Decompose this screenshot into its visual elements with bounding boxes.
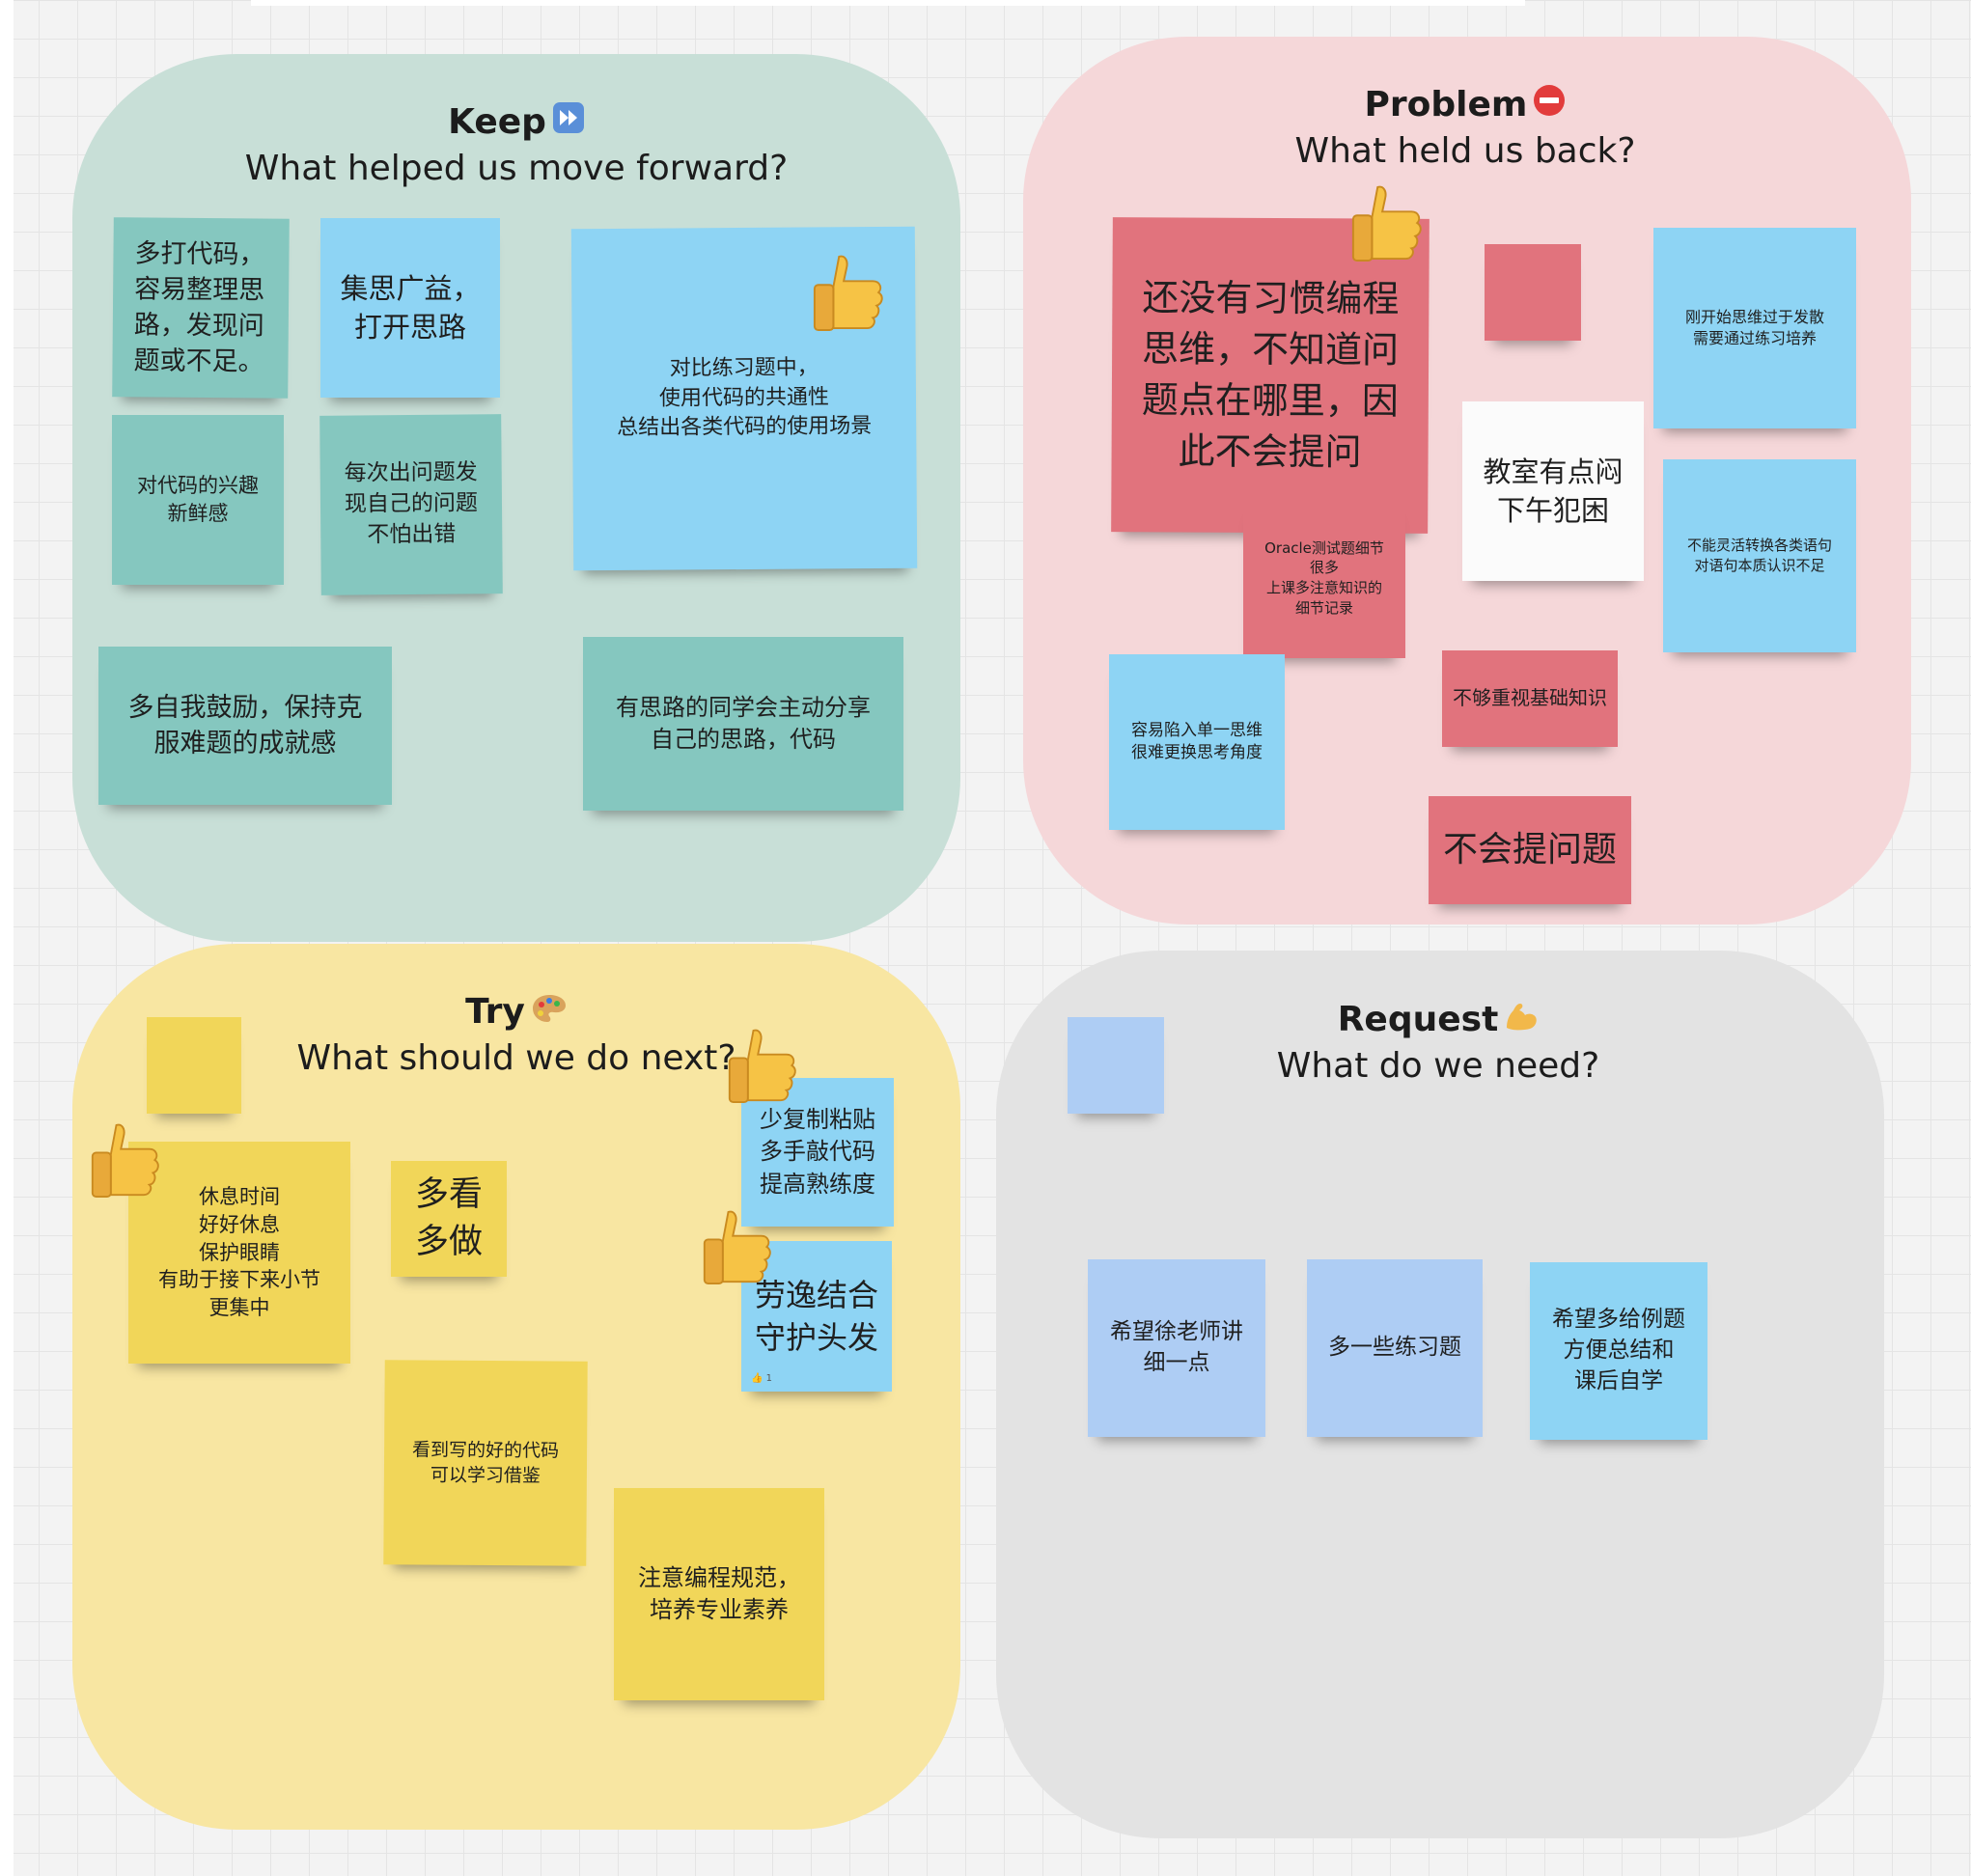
thumbs-up-icon[interactable] [726,1027,799,1106]
sticky-note[interactable]: 教室有点闷 下午犯困 [1462,401,1644,581]
request-title[interactable]: Request [1149,998,1728,1043]
try-heading: Try What should we do next? [227,990,806,1082]
try-title[interactable]: Try [227,990,806,1035]
sticky-note[interactable] [1068,1017,1164,1114]
try-subtitle: What should we do next? [296,1038,736,1078]
thumbs-up-icon[interactable] [89,1121,162,1200]
sticky-note[interactable]: 注意编程规范， 培养专业素养 [614,1488,824,1700]
thumbs-up-icon[interactable] [701,1208,774,1287]
request-subtitle: What do we need? [1276,1046,1600,1086]
sticky-note[interactable]: 集思广益， 打开思路 [320,218,500,398]
keep-title[interactable]: Keep [227,100,806,146]
problem-heading: Problem What held us back? [1176,83,1755,175]
sticky-note[interactable]: 希望多给例题 方便总结和 课后自学 [1530,1262,1707,1440]
thumbs-up-icon[interactable] [811,253,886,334]
sticky-note[interactable]: 不能灵活转换各类语句 对语句本质认识不足 [1663,459,1856,652]
sticky-note[interactable]: 有思路的同学会主动分享 自己的思路，代码 [583,637,903,811]
problem-title[interactable]: Problem [1176,83,1755,128]
sticky-note[interactable]: 多打代码， 容易整理思 路，发现问 题或不足。 [112,217,290,399]
fast-forward-icon [552,101,585,146]
no-entry-icon [1533,84,1566,128]
reaction-counter[interactable]: 👍 1 [751,1372,772,1386]
keep-heading: Keep What helped us move forward? [227,100,806,192]
problem-subtitle: What held us back? [1294,131,1636,171]
sticky-note[interactable]: 还没有习惯编程 思维，不知道问 题点在哪里，因 此不会提问 [1111,217,1430,534]
sticky-note[interactable] [1485,244,1581,341]
sticky-note[interactable] [147,1017,241,1114]
sticky-note[interactable]: 容易陷入单一思维 很难更换思考角度 [1109,654,1285,830]
keep-subtitle: What helped us move forward? [244,149,789,188]
canvas-left-edge [0,0,14,1876]
sticky-note[interactable]: 不会提问题 [1429,796,1631,904]
sticky-note[interactable]: 不够重视基础知识 [1442,650,1618,747]
flexed-biceps-icon [1504,999,1539,1043]
palette-icon [531,991,568,1035]
sticky-note[interactable]: 刚开始思维过于发散 需要通过练习培养 [1653,228,1856,428]
sticky-note[interactable]: 多看 多做 [391,1161,507,1277]
request-heading: Request What do we need? [1149,998,1728,1090]
sticky-note[interactable]: 多自我鼓励，保持克 服难题的成就感 [98,647,392,805]
sticky-note[interactable]: 多一些练习题 [1307,1259,1483,1437]
sticky-note[interactable]: 希望徐老师讲 细一点 [1088,1259,1265,1437]
sticky-note[interactable]: 看到写的好的代码 可以学习借鉴 [383,1360,588,1566]
sticky-note[interactable]: 对代码的兴趣 新鲜感 [112,415,284,585]
sticky-note[interactable]: Oracle测试题细节 很多 上课多注意知识的 细节记录 [1243,498,1405,658]
canvas-top-edge [251,0,1525,6]
sticky-note[interactable]: 每次出问题发 现自己的问题 不怕出错 [319,414,503,595]
thumbs-up-icon[interactable] [1349,183,1425,264]
